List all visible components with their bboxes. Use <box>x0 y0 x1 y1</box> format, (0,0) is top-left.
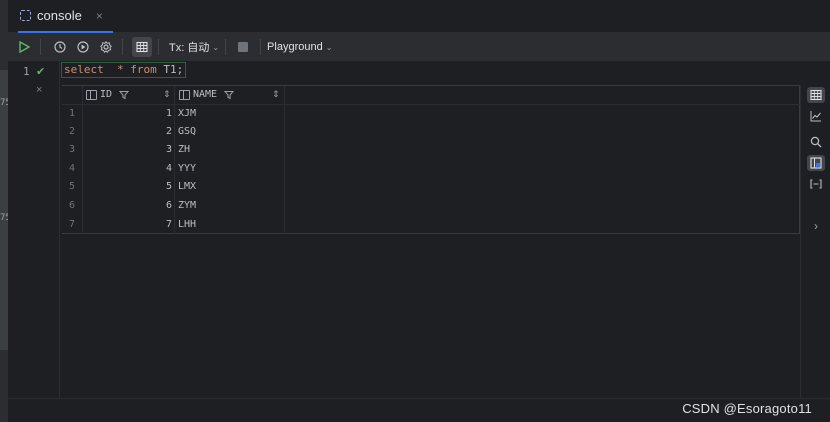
keyword-star: * <box>117 63 124 76</box>
gear-icon <box>100 41 112 53</box>
row-number: 3 <box>68 144 76 155</box>
cell-name[interactable]: GSQ <box>178 126 196 137</box>
cell-name[interactable]: YYY <box>178 163 196 174</box>
search-icon <box>810 136 822 148</box>
schema-dropdown[interactable]: Playground ⌄ <box>267 41 332 53</box>
toolbar-divider <box>122 39 123 55</box>
column-header-label: ID <box>100 89 113 100</box>
toolbar-divider <box>158 39 159 55</box>
table-row[interactable]: 2 2 GSQ <box>62 123 800 141</box>
table-row[interactable]: 1 1 XJM <box>62 105 800 123</box>
search-button[interactable] <box>807 134 825 150</box>
close-result-icon[interactable]: × <box>36 84 42 96</box>
table-row[interactable]: 6 6 ZYM <box>62 197 800 215</box>
row-number: 6 <box>68 200 76 211</box>
table-icon <box>810 89 822 101</box>
play-icon <box>19 41 30 53</box>
bracket-icon <box>810 179 822 189</box>
row-number: 4 <box>68 163 76 174</box>
value-panel-button[interactable] <box>807 155 825 171</box>
row-number: 7 <box>68 219 76 230</box>
value-panel-icon <box>810 157 822 169</box>
result-grid: ID ⇕ NAME ⇕ 1 1 XJM 2 2 GSQ 3 3 ZH 4 4 YYY 5 5 LMX… <box>62 85 800 234</box>
clock-icon <box>54 41 66 53</box>
format-button[interactable] <box>807 176 825 192</box>
sort-icon[interactable]: ⇕ <box>272 89 280 100</box>
column-header-id[interactable]: ID <box>86 89 130 100</box>
toolbar-divider <box>225 39 227 55</box>
transaction-mode-label: Tx: 自动 <box>169 42 210 54</box>
chevron-down-icon: ⌄ <box>325 42 333 52</box>
close-tab-icon[interactable]: × <box>96 9 103 23</box>
cell-id[interactable]: 3 <box>82 144 172 155</box>
cell-id[interactable]: 6 <box>82 200 172 211</box>
filter-icon[interactable] <box>119 90 130 100</box>
chart-button[interactable] <box>807 108 825 124</box>
success-check-icon: ✔ <box>36 66 46 78</box>
cell-id[interactable]: 4 <box>82 163 172 174</box>
toolbar-divider <box>260 39 262 55</box>
toolbar: Tx: 自动 ⌄ Playground ⌄ <box>8 33 830 61</box>
chevron-down-icon: ⌄ <box>212 42 220 52</box>
sql-statement[interactable]: select * from T1; <box>61 62 187 78</box>
row-number: 1 <box>68 108 76 119</box>
table-icon <box>136 41 148 53</box>
table-row[interactable]: 4 4 YYY <box>62 160 800 178</box>
scrollbar-thumb[interactable] <box>0 70 8 350</box>
settings-button[interactable] <box>96 37 116 57</box>
filter-icon[interactable] <box>224 90 235 100</box>
cell-id[interactable]: 1 <box>82 108 172 119</box>
grid-header: ID ⇕ NAME ⇕ <box>62 86 800 105</box>
row-number: 5 <box>68 181 76 192</box>
watermark: CSDN @Esoragoto11 <box>682 401 812 416</box>
tab-bar: console × <box>8 0 830 33</box>
table-row[interactable]: 5 5 LMX <box>62 178 800 196</box>
run-button[interactable] <box>14 37 34 57</box>
line-chart-icon <box>810 111 821 122</box>
cell-name[interactable]: LMX <box>178 181 196 192</box>
table-view-button[interactable] <box>132 37 152 57</box>
result-side-toolbar: › <box>800 85 830 398</box>
console-icon <box>20 10 31 21</box>
row-number: 2 <box>68 126 76 137</box>
column-icon <box>179 89 190 100</box>
explain-button[interactable] <box>73 37 93 57</box>
table-row[interactable]: 7 7 LHH <box>62 216 800 234</box>
column-header-name[interactable]: NAME <box>179 89 235 100</box>
cell-id[interactable]: 7 <box>82 219 172 230</box>
column-header-label: NAME <box>193 89 218 100</box>
editor-gutter: 1 ✔ × <box>8 61 60 398</box>
table-mode-button[interactable] <box>807 87 825 103</box>
sort-icon[interactable]: ⇕ <box>163 89 171 100</box>
toolbar-divider <box>40 39 41 55</box>
cell-id[interactable]: 2 <box>82 126 172 137</box>
stop-icon[interactable] <box>238 42 249 52</box>
column-icon <box>86 89 97 100</box>
cell-name[interactable]: ZH <box>178 144 190 155</box>
cell-name[interactable]: XJM <box>178 108 196 119</box>
line-number: 1 <box>23 65 30 78</box>
cell-id[interactable]: 5 <box>82 181 172 192</box>
explain-icon <box>77 41 89 53</box>
left-edge-panel: 75 75 <box>0 0 11 422</box>
cell-name[interactable]: LHH <box>178 219 196 230</box>
keyword-from: from <box>130 63 157 76</box>
transaction-mode-dropdown[interactable]: Tx: 自动 ⌄ <box>169 39 219 55</box>
schema-label: Playground <box>267 41 323 53</box>
expand-chevron-icon[interactable]: › <box>807 218 825 234</box>
tab-console[interactable]: console × <box>18 0 113 33</box>
cell-name[interactable]: ZYM <box>178 200 196 211</box>
semicolon: ; <box>176 63 184 76</box>
history-button[interactable] <box>50 37 70 57</box>
table-name: T1 <box>163 63 177 76</box>
keyword-select: select <box>64 63 104 76</box>
tab-label: console <box>37 8 82 23</box>
table-row[interactable]: 3 3 ZH <box>62 141 800 159</box>
